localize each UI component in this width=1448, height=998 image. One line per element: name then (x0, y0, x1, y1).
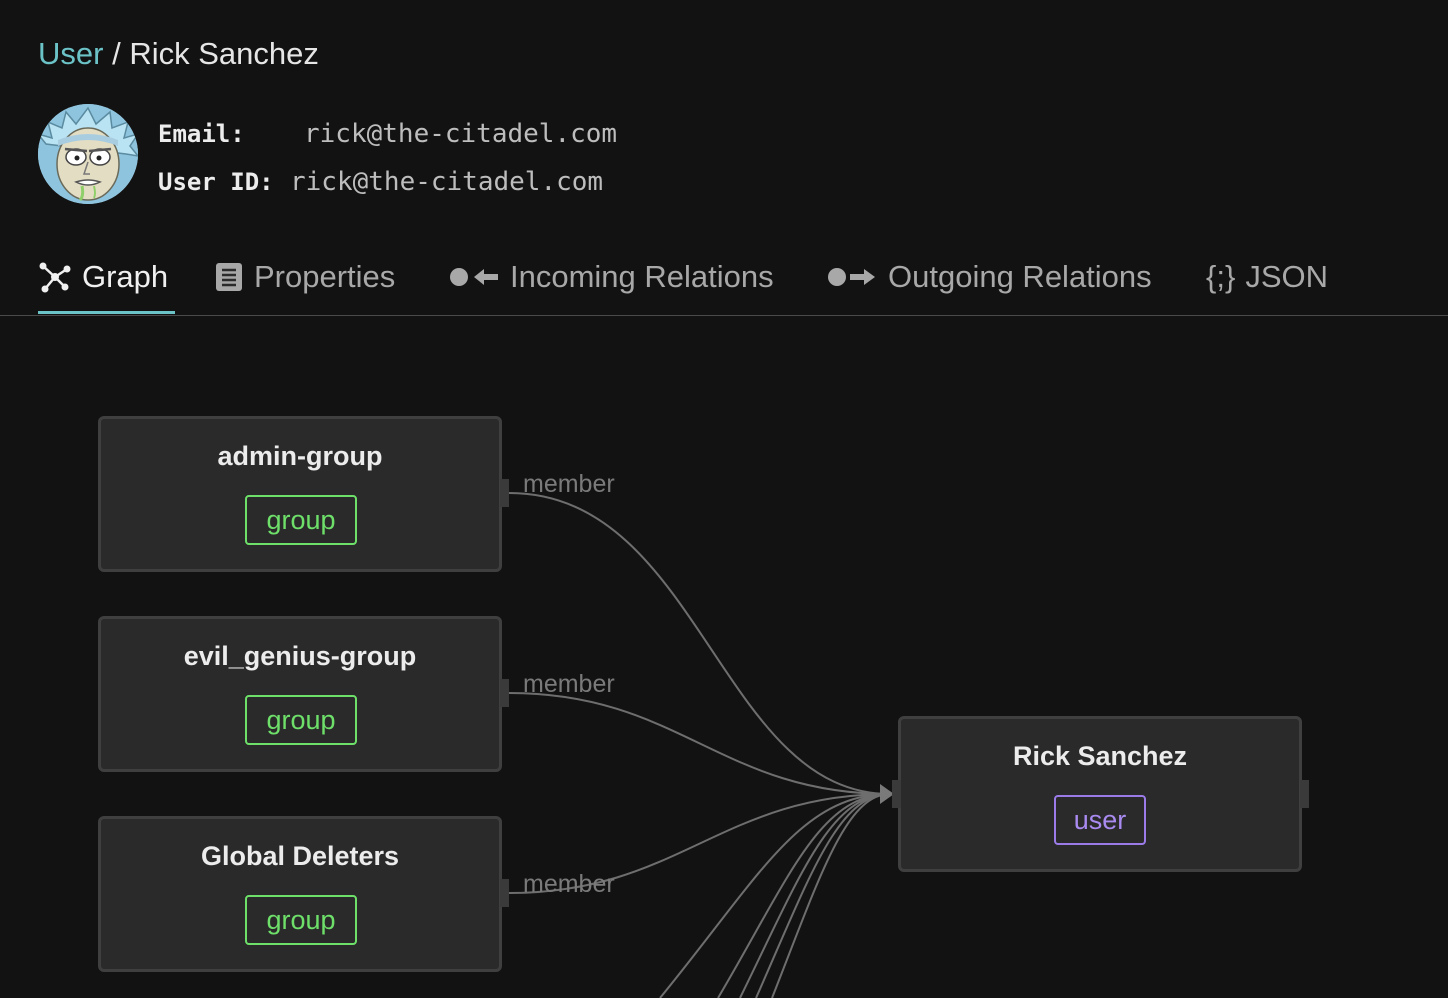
email-label: Email: (158, 120, 245, 148)
node-output-handle[interactable] (500, 679, 509, 707)
node-type-badge: group (245, 895, 357, 945)
tab-bar: Graph Properties Incoming Relations Outg… (0, 240, 1448, 316)
tab-incoming-relations-label: Incoming Relations (510, 259, 774, 294)
user-id-row: User ID: rick@the-citadel.com (158, 158, 617, 206)
graph-node-global-deleters[interactable]: Global Deleters group (98, 816, 502, 972)
graph-node-admin-group[interactable]: admin-group group (98, 416, 502, 572)
breadcrumb-current: Rick Sanchez (129, 36, 319, 71)
outgoing-arrow-icon (826, 262, 878, 292)
edge-admin-group (508, 492, 891, 795)
email-value: rick@the-citadel.com (304, 119, 618, 149)
document-list-icon (214, 260, 244, 294)
user-detail-page: User / Rick Sanchez Email: rick@the-cita… (0, 0, 1448, 998)
node-output-handle[interactable] (500, 879, 509, 907)
node-output-handle[interactable] (1300, 780, 1309, 808)
edge-label: member (523, 670, 615, 698)
node-type-badge: group (245, 495, 357, 545)
tab-properties[interactable]: Properties (214, 240, 395, 314)
graph-node-evil-genius-group[interactable]: evil_genius-group group (98, 616, 502, 772)
tab-graph[interactable]: Graph (38, 240, 168, 314)
node-input-handle[interactable] (892, 780, 901, 808)
tab-outgoing-relations[interactable]: Outgoing Relations (826, 240, 1152, 314)
avatar (38, 104, 138, 204)
edge-label: member (523, 870, 615, 898)
braces-icon: {;} (1206, 259, 1236, 294)
node-type-badge: group (245, 695, 357, 745)
node-title: Rick Sanchez (1012, 741, 1188, 771)
edge-label: member (523, 470, 615, 498)
user-id-label: User ID: (158, 168, 274, 196)
tab-json-label: JSON (1245, 259, 1329, 294)
node-title: evil_genius-group (183, 641, 417, 671)
relation-graph[interactable]: admin-group group member evil_genius-gro… (0, 316, 1448, 998)
edge-evil-genius-group (508, 692, 891, 795)
tab-graph-label: Graph (82, 259, 169, 294)
tab-json[interactable]: {;} JSON (1206, 240, 1328, 314)
breadcrumb-separator: / (112, 36, 121, 71)
breadcrumb: User / Rick Sanchez (38, 34, 319, 74)
graph-nodes-icon (38, 260, 72, 294)
incoming-arrow-icon (448, 262, 500, 292)
user-id-value: rick@the-citadel.com (290, 167, 604, 197)
user-info: Email: rick@the-citadel.com User ID: ric… (158, 110, 617, 206)
email-row: Email: rick@the-citadel.com (158, 110, 617, 158)
tab-properties-label: Properties (254, 259, 396, 294)
tab-incoming-relations[interactable]: Incoming Relations (448, 240, 774, 314)
active-tab-indicator (38, 311, 175, 314)
node-output-handle[interactable] (500, 479, 509, 507)
node-title: admin-group (217, 441, 383, 471)
tab-outgoing-relations-label: Outgoing Relations (888, 259, 1152, 294)
node-type-badge: user (1054, 795, 1146, 845)
avatar-image (38, 104, 138, 204)
edge-offscreen-3 (739, 793, 891, 998)
node-title: Global Deleters (200, 841, 400, 871)
graph-node-rick-sanchez[interactable]: Rick Sanchez user (898, 716, 1302, 872)
breadcrumb-user-link[interactable]: User (38, 36, 103, 71)
